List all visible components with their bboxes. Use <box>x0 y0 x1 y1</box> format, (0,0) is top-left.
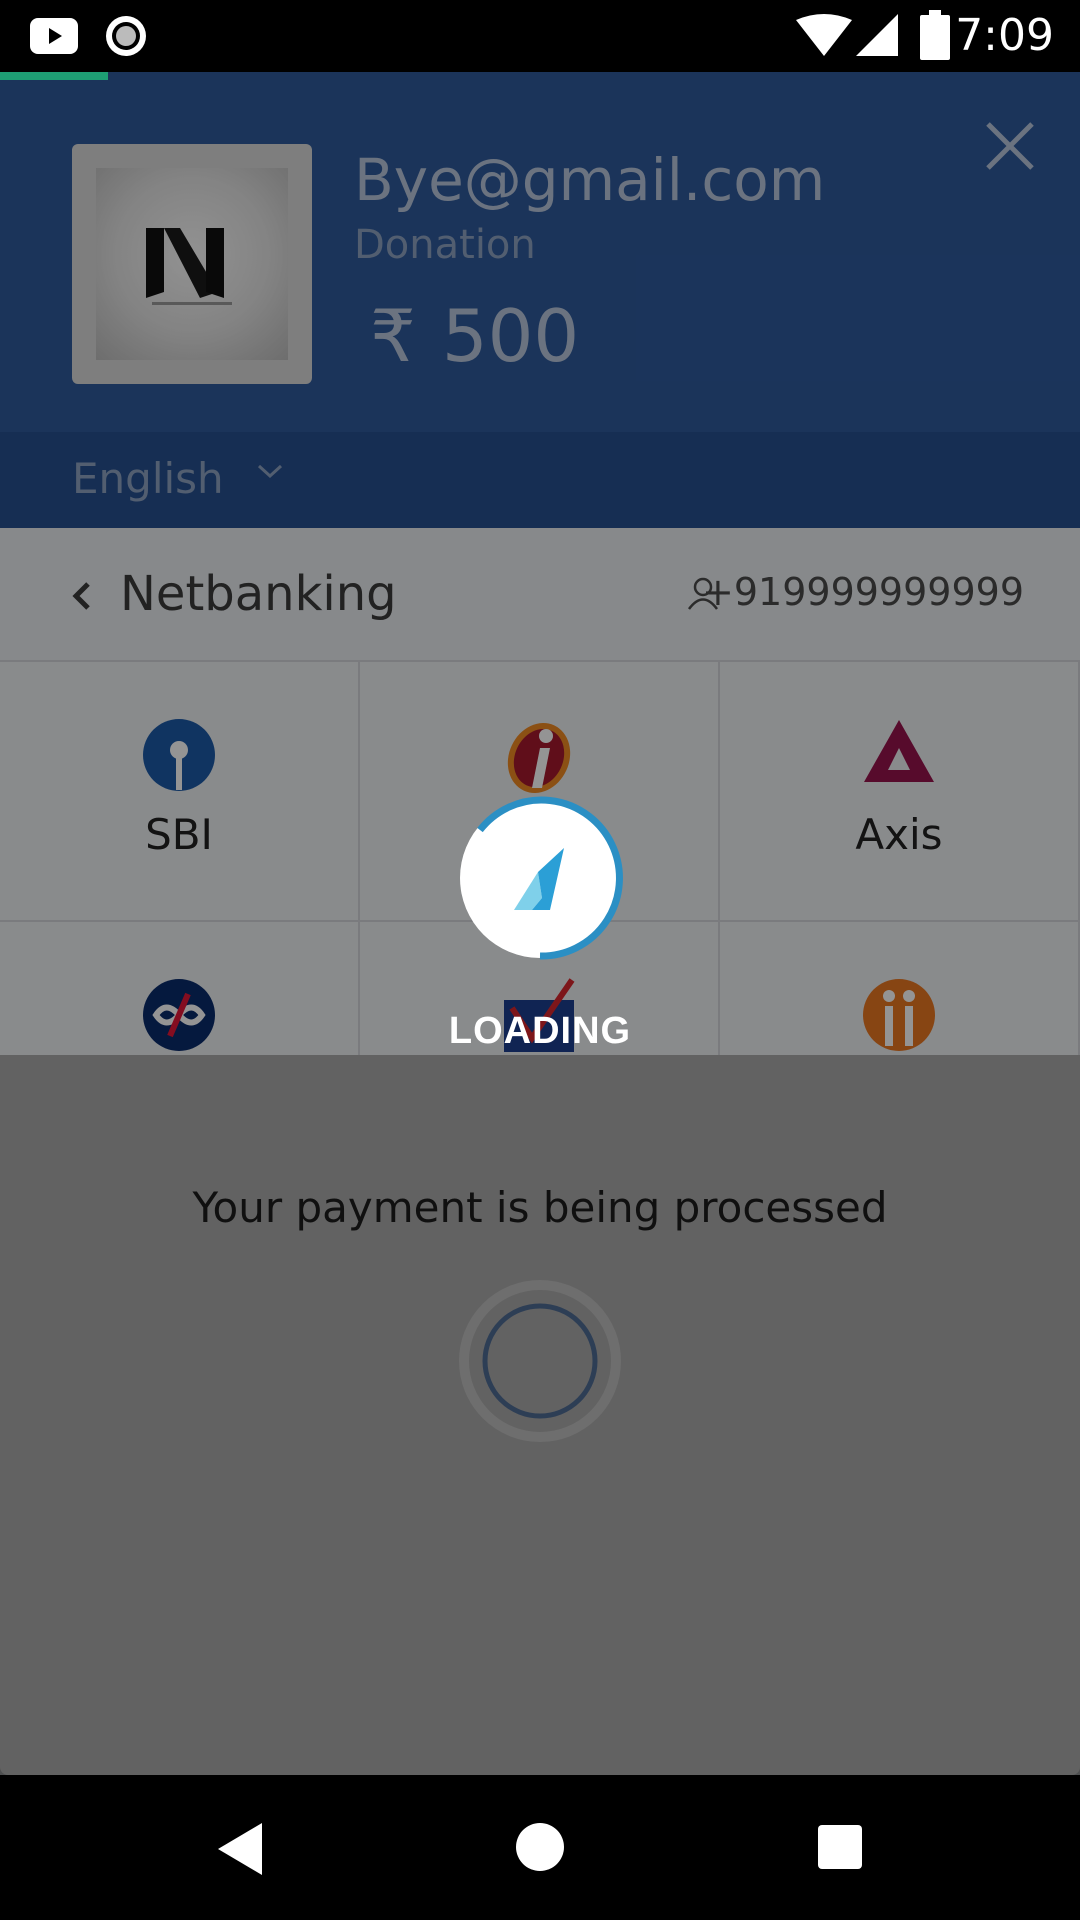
recents-nav-icon[interactable] <box>816 1823 864 1871</box>
navigation-bar <box>0 1775 1080 1920</box>
payment-app: Bye@gmail.com Donation ₹500 English Netb… <box>0 72 1080 1775</box>
youtube-icon <box>30 18 78 54</box>
wifi-icon <box>796 14 852 56</box>
top-progress-bar <box>0 72 108 80</box>
record-icon <box>106 16 146 56</box>
loading-label: LOADING <box>448 1010 632 1052</box>
home-nav-icon[interactable] <box>514 1821 566 1873</box>
sheet-dim-overlay <box>0 1055 1080 1775</box>
clock: 7:09 <box>955 10 1054 61</box>
battery-icon <box>920 10 950 60</box>
back-nav-icon[interactable] <box>214 1821 266 1877</box>
signal-icon <box>856 14 898 56</box>
loading-spinner-icon <box>460 796 623 960</box>
status-bar: 7:09 <box>0 0 1080 72</box>
